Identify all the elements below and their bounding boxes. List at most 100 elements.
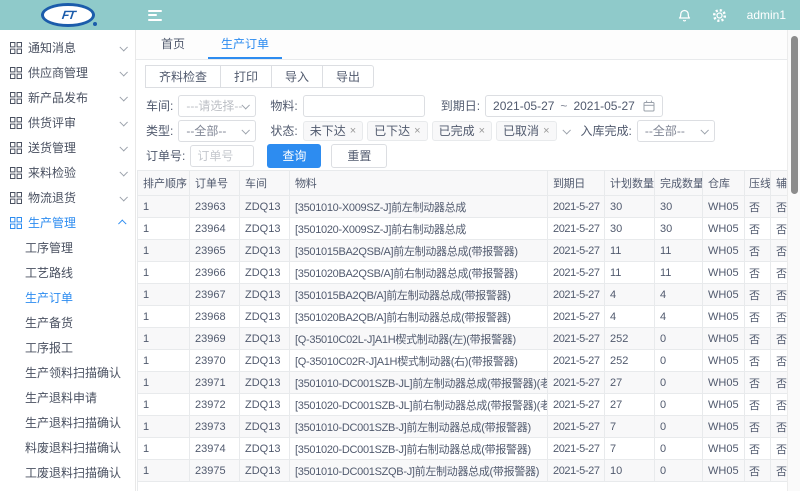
notification-bell-icon[interactable]	[677, 8, 692, 23]
cell-material: [Q-35010C02L-J]A1H楔式制动器(左)(带报警器)	[290, 328, 548, 350]
sidebar-item[interactable]: 送货管理	[0, 135, 135, 160]
settings-gear-icon[interactable]	[712, 8, 727, 23]
status-tag[interactable]: 已取消 ×	[496, 121, 556, 141]
close-icon[interactable]: ×	[414, 125, 420, 137]
tab[interactable]: 首页	[148, 30, 198, 59]
sidebar-item[interactable]: 生产管理	[0, 210, 135, 235]
cell-aux-material: 否	[771, 394, 787, 416]
cell-seq: 1	[138, 240, 190, 262]
toolbar-button[interactable]: 导入	[271, 65, 323, 88]
current-user[interactable]: admin1	[747, 8, 786, 22]
sidebar-item[interactable]: 供货评审	[0, 110, 135, 135]
cell-done-qty: 30	[655, 196, 703, 218]
cell-aux-material: 否	[771, 350, 787, 372]
toolbar-button[interactable]: 打印	[220, 65, 272, 88]
cell-plan-qty: 27	[605, 372, 655, 394]
status-tag[interactable]: 已下达 ×	[367, 121, 427, 141]
vertical-scrollbar[interactable]	[787, 30, 800, 491]
sidebar-item[interactable]: 物流退货	[0, 185, 135, 210]
close-icon[interactable]: ×	[479, 125, 485, 137]
sidebar-item[interactable]: 供应商管理	[0, 60, 135, 85]
cell-aux-material: 否	[771, 240, 787, 262]
sidebar-item[interactable]: 生产备货	[0, 310, 135, 335]
table-row[interactable]: 1 23969 ZDQ13 [Q-35010C02L-J]A1H楔式制动器(左)…	[138, 328, 787, 350]
sidebar-item[interactable]: 生产退料申请	[0, 385, 135, 410]
tab[interactable]: 生产订单	[208, 30, 282, 59]
sidebar-item[interactable]: 生产订单	[0, 285, 135, 310]
sidebar-item[interactable]: 工序管理	[0, 235, 135, 260]
sidebar-item[interactable]: 生产领料扫描确认	[0, 360, 135, 385]
table-row[interactable]: 1 23963 ZDQ13 [3501010-X009SZ-J]前左制动器总成 …	[138, 196, 787, 218]
sidebar-item[interactable]: 通知消息	[0, 35, 135, 60]
sidebar-item[interactable]: 工废退料扫描确认	[0, 460, 135, 485]
sidebar-item-label: 生产领料扫描确认	[25, 364, 126, 381]
material-input[interactable]	[303, 95, 425, 117]
cell-due-date: 2021-5-27	[548, 372, 605, 394]
sidebar-item[interactable]: 新产品发布	[0, 85, 135, 110]
close-icon[interactable]: ×	[543, 125, 549, 137]
table-row[interactable]: 1 23972 ZDQ13 [3501020-DC001SZB-JL]前右制动器…	[138, 394, 787, 416]
table-row[interactable]: 1 23964 ZDQ13 [3501020-X009SZ-J]前右制动器总成 …	[138, 218, 787, 240]
table-row[interactable]: 1 23973 ZDQ13 [3501010-DC001SZB-J]前左制动器总…	[138, 416, 787, 438]
cell-material: [3501010-X009SZ-J]前左制动器总成	[290, 196, 548, 218]
table-row[interactable]: 1 23974 ZDQ13 [3501020-DC001SZB-J]前右制动器总…	[138, 438, 787, 460]
cell-workshop: ZDQ13	[240, 394, 290, 416]
cell-plan-qty: 7	[605, 438, 655, 460]
workshop-select[interactable]: ---请选择---	[178, 95, 256, 117]
cell-material: [3501010-DC001SZB-J]前左制动器总成(带报警器)	[290, 416, 548, 438]
cell-warehouse: WH05	[703, 262, 745, 284]
main-content: 首页 生产订单 齐料检查 打印 导入 导出 车间: ---请选择--- 物料:	[136, 30, 800, 491]
cell-material: [3501010-DC001SZB-JL]前左制动器总成(带报警器)(老气室)	[290, 372, 548, 394]
chevron-down-icon	[119, 143, 127, 151]
tab-bar: 首页 生产订单	[136, 30, 800, 60]
status-tag-label: 已下达	[374, 122, 410, 139]
cell-material: [3501010-DC001SZQB-J]前左制动器总成(带报警器)	[290, 460, 548, 482]
cell-due-date: 2021-5-27	[548, 284, 605, 306]
cell-workshop: ZDQ13	[240, 438, 290, 460]
type-select[interactable]: --全部--	[178, 120, 256, 142]
type-label: 类型:	[146, 122, 173, 139]
cell-workshop: ZDQ13	[240, 240, 290, 262]
table-header-cell: 订单号	[190, 171, 240, 196]
sidebar-item-label: 新产品发布	[28, 89, 120, 106]
collapse-sidebar-icon[interactable]	[148, 7, 162, 23]
sidebar-item[interactable]: 生产退料扫描确认	[0, 410, 135, 435]
status-multiselect[interactable]: 未下达 × 已下达 × 已完成 × 已取消 ×	[303, 121, 561, 141]
order-no-input[interactable]	[190, 145, 254, 167]
table-row[interactable]: 1 23967 ZDQ13 [3501015BA2QB/A]前左制动器总成(带报…	[138, 284, 787, 306]
close-icon[interactable]: ×	[350, 125, 356, 137]
tab-label: 首页	[161, 35, 185, 52]
cell-press-line: 否	[745, 196, 771, 218]
search-button[interactable]: 查询	[267, 144, 321, 168]
sidebar-item[interactable]: 来料检验	[0, 160, 135, 185]
sidebar-item[interactable]: 工序报工	[0, 335, 135, 360]
scrollbar-thumb[interactable]	[791, 36, 798, 194]
table-row[interactable]: 1 23966 ZDQ13 [3501020BA2QSB/A]前右制动器总成(带…	[138, 262, 787, 284]
cell-warehouse: WH05	[703, 350, 745, 372]
table-row[interactable]: 1 23975 ZDQ13 [3501010-DC001SZQB-J]前左制动器…	[138, 460, 787, 482]
table-row[interactable]: 1 23970 ZDQ13 [Q-35010C02R-J]A1H楔式制动器(右)…	[138, 350, 787, 372]
table-row[interactable]: 1 23965 ZDQ13 [3501015BA2QSB/A]前左制动器总成(带…	[138, 240, 787, 262]
cell-aux-material: 否	[771, 306, 787, 328]
toolbar-button[interactable]: 导出	[322, 65, 374, 88]
due-date-range-picker[interactable]: 2021-05-27 ~ 2021-05-27	[485, 95, 663, 117]
toolbar-button[interactable]: 齐料检查	[145, 65, 221, 88]
table-row[interactable]: 1 23968 ZDQ13 [3501020BA2QB/A]前右制动器总成(带报…	[138, 306, 787, 328]
table-row[interactable]: 1 23971 ZDQ13 [3501010-DC001SZB-JL]前左制动器…	[138, 372, 787, 394]
cell-done-qty: 0	[655, 328, 703, 350]
due-date-label: 到期日:	[441, 97, 480, 114]
status-tag[interactable]: 未下达 ×	[303, 121, 363, 141]
cell-seq: 1	[138, 416, 190, 438]
inbound-select[interactable]: --全部--	[637, 120, 715, 142]
cell-aux-material: 否	[771, 372, 787, 394]
status-tag[interactable]: 已完成 ×	[432, 121, 492, 141]
cell-due-date: 2021-5-27	[548, 196, 605, 218]
cell-order-no: 23974	[190, 438, 240, 460]
reset-button[interactable]: 重置	[331, 144, 387, 168]
cell-done-qty: 0	[655, 372, 703, 394]
sidebar-item[interactable]: 工艺路线	[0, 260, 135, 285]
sidebar-item[interactable]: 料废退料扫描确认	[0, 435, 135, 460]
cell-done-qty: 11	[655, 262, 703, 284]
cell-order-no: 23968	[190, 306, 240, 328]
cell-workshop: ZDQ13	[240, 284, 290, 306]
